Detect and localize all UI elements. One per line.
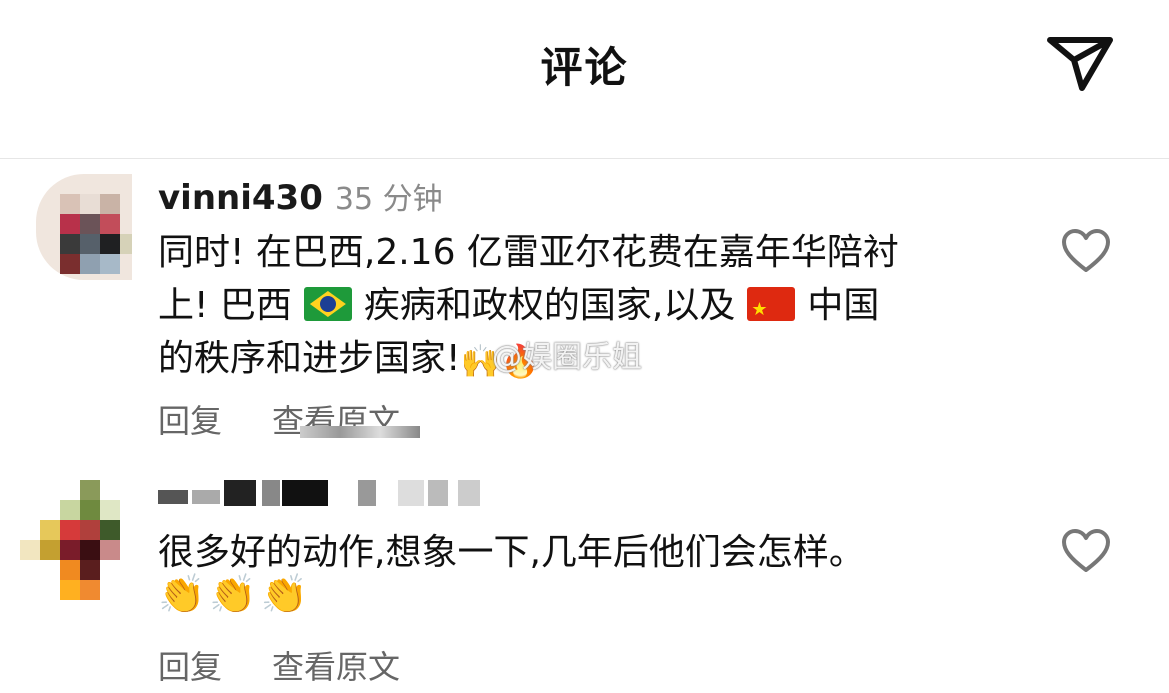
blurred-region (300, 426, 420, 438)
reply-button[interactable]: 回复 (158, 402, 222, 440)
comment-fragment: 上! 巴西 (158, 285, 292, 326)
avatar[interactable] (20, 480, 124, 600)
username[interactable]: vinni430 35 分钟 (158, 174, 443, 218)
username[interactable] (158, 480, 488, 506)
reply-button[interactable]: 回复 (158, 648, 222, 686)
comment-line: 上! 巴西 疾病和政权的国家,以及 中国 (158, 279, 1018, 332)
heart-icon[interactable] (1060, 228, 1112, 274)
avatar[interactable] (36, 174, 132, 280)
brazil-flag-icon (303, 287, 352, 321)
watermark: @娱圈乐姐 (492, 340, 642, 375)
china-flag-icon (747, 287, 796, 321)
comment-line: 同时! 在巴西,2.16 亿雷亚尔花费在嘉年华陪衬 (158, 232, 899, 273)
comment-fragment: 的秩序和进步国家! (158, 338, 461, 379)
view-original-button[interactable]: 查看原文 (272, 648, 400, 686)
clapping-hands-emoji: 👏👏👏 (158, 572, 312, 616)
username-text: vinni430 (158, 178, 323, 218)
timestamp: 35 分钟 (334, 182, 443, 217)
comment-fragment: 中国 (807, 285, 880, 326)
comment-actions: 回复 查看原文 (158, 642, 400, 688)
comment-item: 很多好的动作,想象一下,几年后他们会怎样。 👏👏👏 回复 查看原文 (0, 470, 1169, 693)
page-title: 评论 (540, 43, 629, 92)
send-icon[interactable] (1044, 30, 1116, 94)
heart-icon[interactable] (1060, 528, 1112, 574)
comment-fragment: 疾病和政权的国家,以及 (363, 285, 736, 326)
comment-item: vinni430 35 分钟 同时! 在巴西,2.16 亿雷亚尔花费在嘉年华陪衬 … (0, 160, 1169, 460)
header-bar: 评论 (0, 0, 1169, 159)
